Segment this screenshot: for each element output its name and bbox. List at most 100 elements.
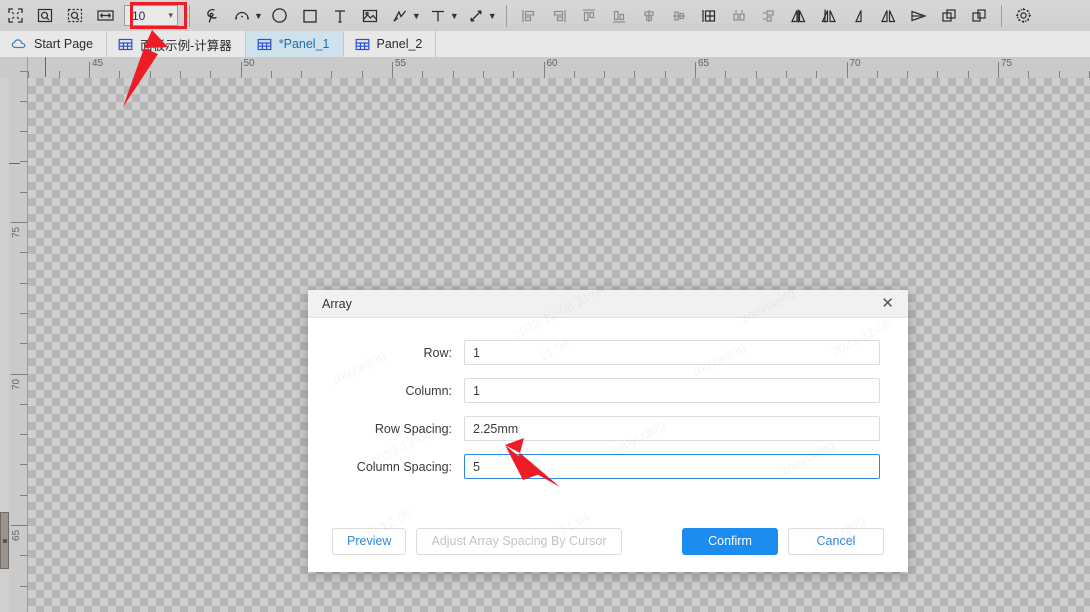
image-tool-icon[interactable] (355, 1, 385, 30)
text-tool-icon[interactable] (325, 1, 355, 30)
canvas-vertical-scrollbar[interactable] (0, 78, 9, 612)
ruler-label: 50 (243, 58, 255, 69)
zoom-level-combo[interactable]: 10 ▾ (124, 5, 178, 26)
cancel-button[interactable]: Cancel (788, 527, 884, 555)
ruler-major-tick (240, 62, 242, 78)
ruler-minor-tick (755, 71, 757, 78)
rectangle-tool-icon[interactable] (295, 1, 325, 30)
ruler-major-tick (11, 373, 27, 375)
dimension-dropdown-caret-icon[interactable]: ▼ (450, 11, 459, 21)
ruler-minor-tick (513, 71, 515, 78)
polyline-dropdown-caret-icon[interactable]: ▼ (412, 11, 421, 21)
row-input[interactable] (464, 340, 880, 365)
pen-tool-icon[interactable] (197, 1, 227, 30)
adjust-array-spacing-button[interactable]: Adjust Array Spacing By Cursor (416, 527, 622, 555)
ruler-minor-tick (301, 71, 303, 78)
dimension-tool-icon[interactable] (423, 1, 453, 30)
align-bottom-icon[interactable] (604, 1, 634, 30)
distribute-vertical-icon[interactable] (754, 1, 784, 30)
ruler-minor-tick (876, 71, 878, 78)
zoom-level-value: 10 (132, 8, 146, 23)
column-spacing-input[interactable] (464, 454, 880, 479)
align-center-horizontal-icon[interactable] (664, 1, 694, 30)
group-icon[interactable] (934, 1, 964, 30)
align-top-icon[interactable] (574, 1, 604, 30)
ruler-minor-tick (422, 71, 424, 78)
ruler-minor-tick (1058, 71, 1060, 78)
mirror-both-icon[interactable] (874, 1, 904, 30)
ruler-minor-tick (20, 252, 27, 254)
dimension-tool-group[interactable]: ▼ (423, 1, 461, 30)
measure-tool-group[interactable]: ▼ (461, 1, 499, 30)
mirror-vertical-icon[interactable] (814, 1, 844, 30)
ruler-major-tick (392, 62, 393, 78)
ruler-minor-tick (20, 464, 27, 466)
panel-icon (118, 38, 133, 50)
arc-dropdown-caret-icon[interactable]: ▼ (254, 11, 263, 21)
panel-icon (355, 38, 369, 50)
arc-tool-group[interactable]: ▼ (227, 1, 265, 30)
tab-panel-example-calculator[interactable]: 面板示例-计算器 (107, 31, 246, 57)
column-input[interactable] (464, 378, 880, 403)
dialog-title: Array (322, 296, 352, 311)
distribute-horizontal-icon[interactable] (724, 1, 754, 30)
polyline-tool-group[interactable]: ▼ (385, 1, 423, 30)
toolbar-separator (189, 4, 190, 27)
ruler-label: 75 (11, 226, 22, 238)
ruler-minor-tick (270, 71, 272, 78)
field-row-row: Row: (336, 340, 880, 365)
zoom-selection-icon[interactable] (60, 1, 90, 30)
flip-icon[interactable] (904, 1, 934, 30)
mirror-horizontal-icon[interactable] (784, 1, 814, 30)
tab-panel-2[interactable]: Panel_2 (343, 31, 437, 57)
tab-label: Start Page (34, 37, 94, 51)
align-center-vertical-icon[interactable] (634, 1, 664, 30)
ruler-minor-tick (20, 131, 27, 133)
ruler-minor-tick (20, 555, 27, 557)
ruler-minor-tick (20, 100, 27, 102)
ruler-minor-tick (28, 71, 30, 78)
ruler-minor-tick (785, 71, 787, 78)
ruler-label: 55 (395, 58, 407, 69)
scrollbar-thumb[interactable] (0, 512, 9, 569)
toolbar-separator (505, 4, 507, 27)
ruler-minor-tick (20, 70, 27, 72)
ruler-minor-tick (604, 71, 606, 78)
ruler-minor-tick (20, 403, 27, 405)
ruler-minor-tick (58, 71, 60, 78)
row-spacing-input[interactable] (464, 416, 880, 441)
align-grid-icon[interactable] (694, 1, 724, 30)
align-left-icon[interactable] (514, 1, 544, 30)
ruler-minor-tick (20, 191, 27, 193)
tab-panel-1[interactable]: *Panel_1 (245, 31, 344, 57)
zoom-window-icon[interactable] (30, 1, 60, 30)
settings-gear-icon[interactable] (1009, 1, 1039, 30)
mirror-left-icon[interactable] (844, 1, 874, 30)
ruler-minor-tick (452, 71, 454, 78)
align-right-icon[interactable] (544, 1, 574, 30)
tab-start-page[interactable]: Start Page (0, 31, 108, 57)
ruler-guide-marker (45, 57, 46, 77)
ellipse-tool-icon[interactable] (265, 1, 295, 30)
arc-tool-icon[interactable] (227, 1, 257, 30)
preview-button[interactable]: Preview (332, 527, 407, 555)
ruler-major-tick (695, 62, 696, 78)
confirm-button[interactable]: Confirm (682, 527, 778, 555)
cloud-icon (11, 38, 26, 48)
ruler-minor-tick (1028, 71, 1030, 78)
ruler-minor-tick (179, 71, 181, 78)
measure-dropdown-caret-icon[interactable]: ▼ (488, 11, 497, 21)
zoom-width-icon[interactable] (90, 1, 120, 30)
close-icon[interactable]: ✕ (879, 296, 896, 311)
fit-to-screen-icon[interactable] (0, 1, 30, 30)
toolbar-separator (1000, 4, 1002, 27)
tab-label: *Panel_1 (278, 37, 330, 51)
ruler-minor-tick (20, 282, 27, 284)
polyline-tool-icon[interactable] (385, 1, 415, 30)
measure-tool-icon[interactable] (461, 1, 491, 30)
tab-label: Panel_2 (376, 37, 423, 51)
ruler-label: 60 (546, 58, 558, 69)
horizontal-ruler[interactable]: 45 50 55 60 65 70 75 (27, 57, 1090, 79)
ungroup-icon[interactable] (964, 1, 994, 30)
application-window: 10 ▾ ▼ ▼ ▼ ▼ Start Page 面板示例-计算器 *Panel_… (0, 0, 1090, 612)
